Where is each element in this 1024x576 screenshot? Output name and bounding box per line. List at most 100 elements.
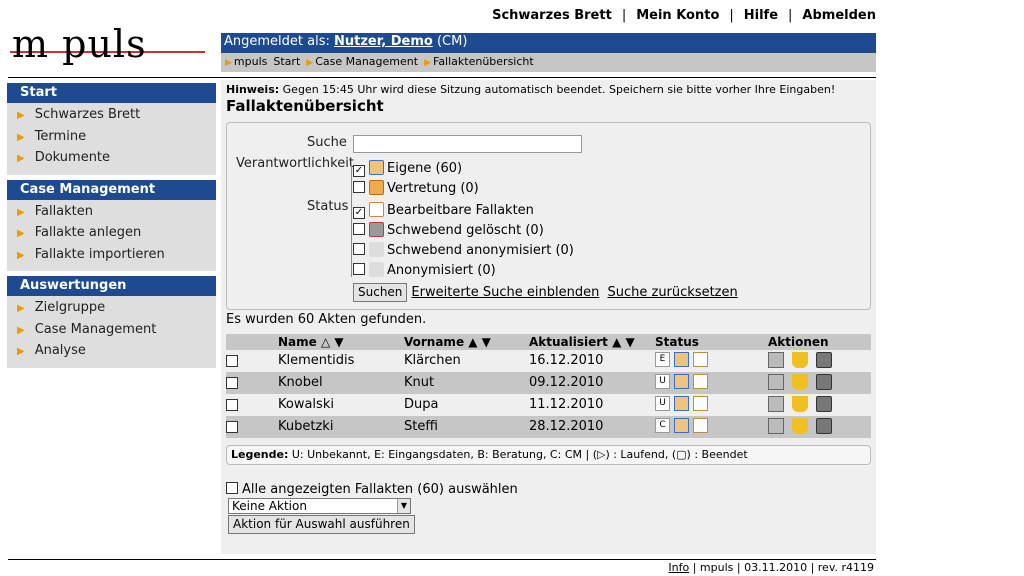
cell-name[interactable]: Klementidis xyxy=(278,353,354,368)
filter-anonymisiert[interactable]: Anonymisiert (0) xyxy=(353,262,496,280)
sidebar-item-dokumente[interactable]: ▶ Dokumente xyxy=(7,149,216,171)
filter-bearbeitbar[interactable]: ✓ Bearbeitbare Fallakten xyxy=(353,202,534,220)
breadcrumb: ▶ mpuls Start ▶ Case Management ▶ Fallaktenübe… xyxy=(221,53,876,72)
cell-name[interactable]: Knobel xyxy=(278,375,323,390)
sort-vorname[interactable]: Vorname ▲ ▼ xyxy=(404,335,491,349)
cell-updated: 16.12.2010 xyxy=(529,353,604,368)
broom-icon[interactable] xyxy=(792,374,808,390)
cell-name[interactable]: Kowalski xyxy=(278,397,334,412)
select-all-checkbox[interactable] xyxy=(226,482,238,494)
sidebar-item-fallakten[interactable]: ▶ Fallakten xyxy=(7,203,216,225)
sort-name[interactable]: Name △ ▼ xyxy=(278,335,344,349)
cell-name[interactable]: Kubetzki xyxy=(278,419,333,434)
folder-icon[interactable] xyxy=(768,418,784,434)
user-icon xyxy=(674,374,689,389)
status-label: Status xyxy=(307,199,349,214)
sidebar-section-case-management[interactable]: Case Management xyxy=(7,179,216,200)
chevron-down-icon: ▼ xyxy=(397,499,410,513)
breadcrumb-current: Fallaktenübersicht xyxy=(433,55,534,68)
user-icon xyxy=(674,418,689,433)
footer: Info | mpuls | 03.11.2010 | rev. r4119 xyxy=(668,561,874,574)
search-panel: Suche Verantwortlichkeit ✓ Eigene (60) Ve… xyxy=(226,122,871,310)
topnav-abmelden[interactable]: Abmelden xyxy=(802,8,876,23)
trash-icon[interactable] xyxy=(816,352,832,368)
footer-info-link[interactable]: Info xyxy=(668,561,689,574)
session-hint: Hinweis: Gegen 15:45 Uhr wird diese Sitz… xyxy=(226,83,836,96)
reset-search-link[interactable]: Suche zurücksetzen xyxy=(607,285,737,300)
trash-icon[interactable] xyxy=(816,418,832,434)
login-bar: Angemeldet als: Nutzer, Demo (CM) xyxy=(221,33,876,53)
advanced-search-link[interactable]: Erweiterte Suche einblenden xyxy=(411,285,599,300)
broom-icon[interactable] xyxy=(792,352,808,368)
header-actions: Aktionen xyxy=(768,335,829,349)
sidebar-item-termine[interactable]: ▶ Termine xyxy=(7,128,216,150)
filter-eigene[interactable]: ✓ Eigene (60) xyxy=(353,160,462,178)
filter-vertretung[interactable]: Vertretung (0) xyxy=(353,180,479,198)
arrow-icon: ▶ xyxy=(17,324,25,336)
sidebar-item-fallakte-importieren[interactable]: ▶ Fallakte importieren xyxy=(7,246,216,268)
sidebar-section-auswertungen[interactable]: Auswertungen xyxy=(7,276,216,296)
header-status: Status xyxy=(655,335,699,349)
topnav-schwarzes-brett[interactable]: Schwarzes Brett xyxy=(492,8,612,23)
edit-document-icon xyxy=(693,352,708,367)
sort-updated[interactable]: Aktualisiert ▲ ▼ xyxy=(529,335,635,349)
checkbox-eigene[interactable]: ✓ xyxy=(353,165,365,177)
breadcrumb-case-management[interactable]: Case Management xyxy=(315,55,418,68)
sidebar-section-start[interactable]: Start xyxy=(7,83,216,103)
topnav-mein-konto[interactable]: Mein Konto xyxy=(636,8,719,23)
trash-icon[interactable] xyxy=(816,396,832,412)
table-row: Knobel Knut 09.12.2010 U xyxy=(226,372,871,394)
breadcrumb-arrow-icon: ▶ xyxy=(225,58,232,68)
main-content: Hinweis: Gegen 15:45 Uhr wird diese Sitz… xyxy=(221,80,876,554)
sidebar-item-case-management[interactable]: ▶ Case Management xyxy=(7,321,216,343)
row-checkbox[interactable] xyxy=(226,399,238,411)
broom-icon[interactable] xyxy=(792,396,808,412)
filter-schwebend-anonymisiert[interactable]: Schwebend anonymisiert (0) xyxy=(353,242,574,260)
row-checkbox[interactable] xyxy=(226,355,238,367)
login-user-link[interactable]: Nutzer, Demo xyxy=(334,34,433,49)
user-icon xyxy=(674,396,689,411)
breadcrumb-start[interactable]: Start xyxy=(273,55,300,68)
row-checkbox[interactable] xyxy=(226,421,238,433)
row-checkbox[interactable] xyxy=(226,377,238,389)
folder-icon[interactable] xyxy=(768,352,784,368)
arrow-icon: ▶ xyxy=(17,228,25,239)
broom-icon[interactable] xyxy=(792,418,808,434)
sidebar-item-schwarzes-brett[interactable]: ▶ Schwarzes Brett xyxy=(7,106,216,128)
folder-icon[interactable] xyxy=(768,374,784,390)
user-icon xyxy=(674,352,689,367)
arrow-icon: ▶ xyxy=(17,249,25,261)
topnav-hilfe[interactable]: Hilfe xyxy=(744,8,778,23)
table-row: Kubetzki Steffi 28.12.2010 C xyxy=(226,416,871,438)
cell-vorname: Knut xyxy=(404,375,435,390)
trash-icon[interactable] xyxy=(816,374,832,390)
select-all[interactable]: Alle angezeigten Fallakten (60) auswähle… xyxy=(226,482,518,497)
execute-action-button[interactable]: Aktion für Auswahl ausführen xyxy=(228,515,415,534)
cell-vorname: Steffi xyxy=(404,419,438,434)
checkbox-bearbeitbar[interactable]: ✓ xyxy=(353,207,365,219)
edit-document-icon xyxy=(693,418,708,433)
trash-pending-icon xyxy=(369,222,384,237)
sidebar-item-zielgruppe[interactable]: ▶ Zielgruppe xyxy=(7,299,216,321)
table-row: Kowalski Dupa 11.12.2010 U xyxy=(226,394,871,416)
search-input[interactable] xyxy=(353,135,582,153)
arrow-icon: ▶ xyxy=(17,303,25,314)
checkbox-vertretung[interactable] xyxy=(353,181,365,193)
action-select[interactable]: Keine Aktion ▼ xyxy=(228,498,411,514)
search-button[interactable]: Suchen xyxy=(353,283,408,302)
login-prefix: Angemeldet als: xyxy=(224,34,330,49)
checkbox-schwebend-anonymisiert[interactable] xyxy=(353,243,365,255)
sidebar-item-analyse[interactable]: ▶ Analyse xyxy=(7,342,216,364)
arrow-icon: ▶ xyxy=(17,153,25,164)
checkbox-schwebend-geloescht[interactable] xyxy=(353,223,365,235)
cell-vorname: Klärchen xyxy=(404,353,461,368)
filter-schwebend-geloescht[interactable]: Schwebend gelöscht (0) xyxy=(353,222,544,240)
breadcrumb-mpuls[interactable]: mpuls xyxy=(234,55,267,68)
folder-icon[interactable] xyxy=(768,396,784,412)
phase-icon: C xyxy=(655,418,670,433)
phase-icon: U xyxy=(655,396,670,411)
filter-divider xyxy=(351,165,352,277)
breadcrumb-arrow-icon: ▶ xyxy=(424,58,431,68)
checkbox-anonymisiert[interactable] xyxy=(353,263,365,275)
sidebar-item-fallakte-anlegen[interactable]: ▶ Fallakte anlegen xyxy=(7,224,216,246)
